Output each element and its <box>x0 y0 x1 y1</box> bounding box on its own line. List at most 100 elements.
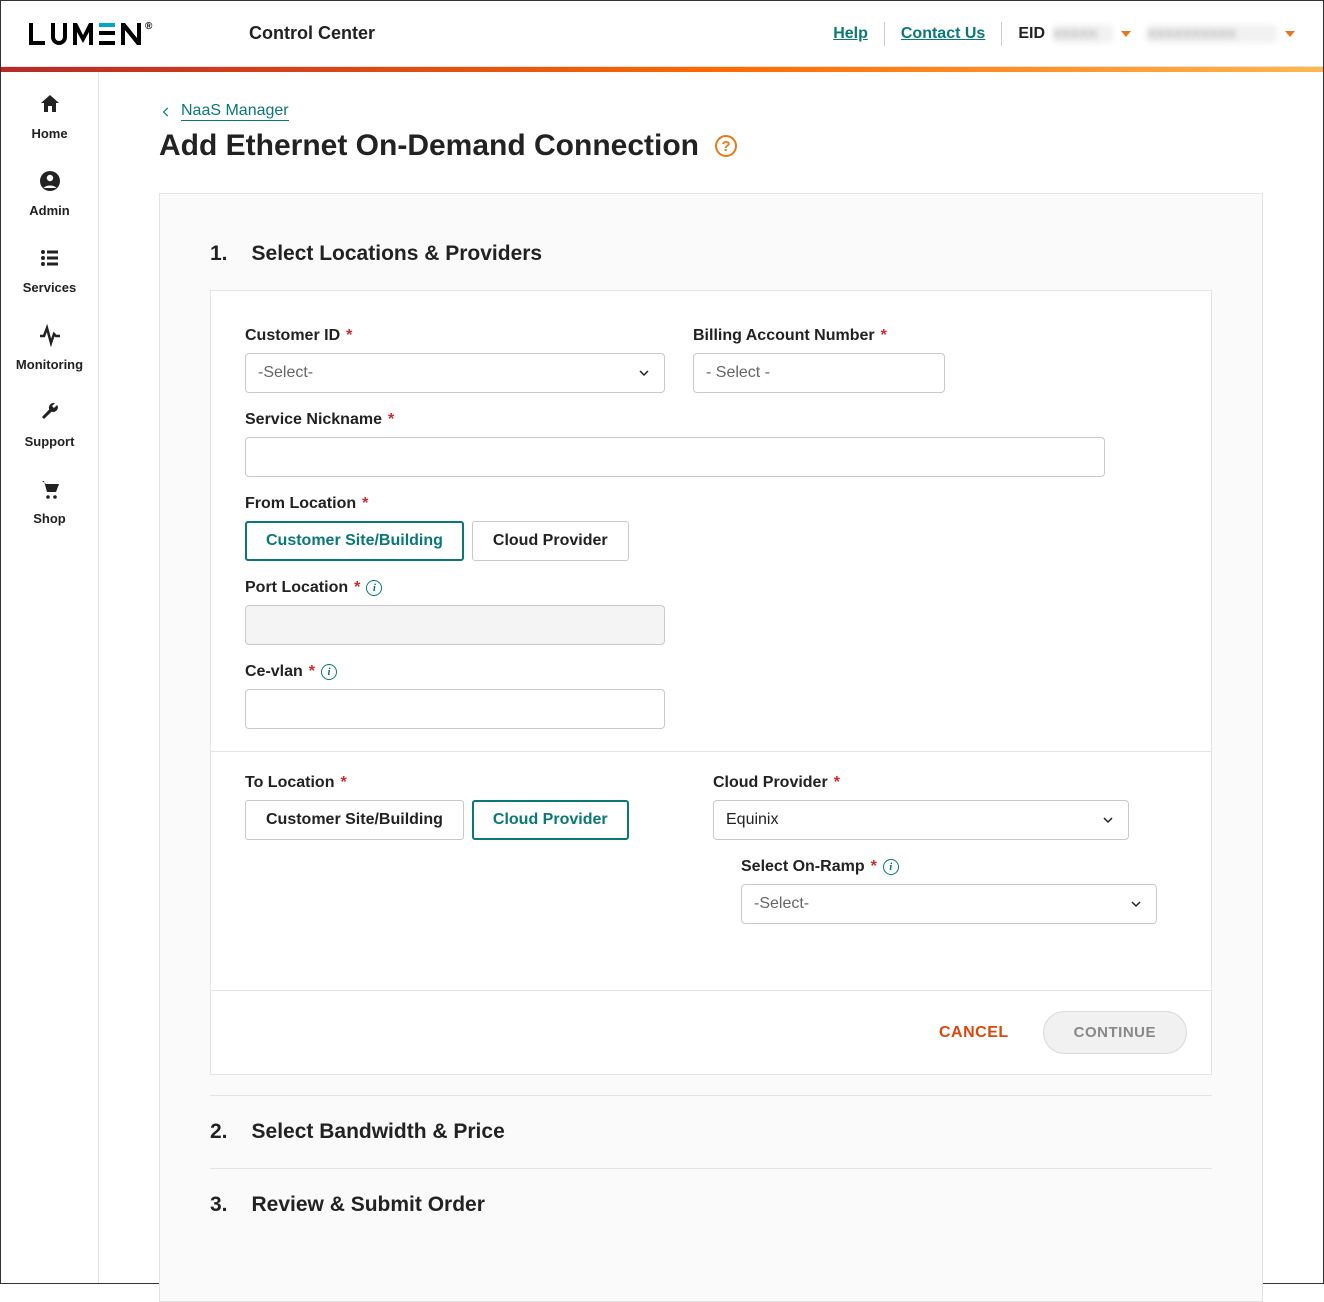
billing-account-field: Billing Account Number * - Select - <box>693 327 945 393</box>
step-3-header: 3. Review & Submit Order <box>210 1168 1212 1241</box>
wrench-icon <box>38 400 62 428</box>
eid-value-redacted: xxxxx <box>1053 25 1113 43</box>
from-location-customer-site-button[interactable]: Customer Site/Building <box>245 521 464 561</box>
sidebar-item-home[interactable]: Home <box>1 92 98 141</box>
sidebar-item-admin[interactable]: Admin <box>1 169 98 218</box>
list-icon <box>38 246 62 274</box>
service-nickname-field: Service Nickname * <box>245 411 1105 477</box>
sidebar-item-label: Services <box>23 280 77 295</box>
chevron-left-icon <box>159 105 173 119</box>
billing-account-select[interactable]: - Select - <box>693 353 945 393</box>
brand-logo: ® <box>29 21 179 47</box>
sidebar-item-support[interactable]: Support <box>1 400 98 449</box>
step-number: 1. <box>210 242 228 266</box>
step-2-header: 2. Select Bandwidth & Price <box>210 1095 1212 1168</box>
cloud-provider-select[interactable]: Equinix <box>713 800 1129 840</box>
topbar-right: Help Contact Us EID xxxxx xxxxxxxxxx <box>833 22 1295 46</box>
main-content: NaaS Manager Add Ethernet On-Demand Conn… <box>99 72 1323 1283</box>
breadcrumb-back[interactable]: NaaS Manager <box>159 102 1263 121</box>
on-ramp-select[interactable]: -Select- <box>741 884 1157 924</box>
cloud-provider-field: Cloud Provider * Equinix <box>713 774 1129 840</box>
later-steps: 2. Select Bandwidth & Price 3. Review & … <box>210 1095 1212 1241</box>
info-icon[interactable]: i <box>366 580 382 596</box>
required-marker: * <box>362 495 368 513</box>
service-nickname-input[interactable] <box>245 437 1105 477</box>
from-location-toggle: Customer Site/Building Cloud Provider <box>245 521 629 561</box>
separator <box>884 22 885 46</box>
required-marker: * <box>340 774 346 792</box>
eid-label: EID <box>1018 25 1045 43</box>
continue-button[interactable]: CONTINUE <box>1043 1011 1187 1054</box>
port-location-input[interactable] <box>245 605 665 645</box>
help-link[interactable]: Help <box>833 25 868 43</box>
account-name-redacted: xxxxxxxxxx <box>1147 25 1277 43</box>
step-title: Select Bandwidth & Price <box>252 1120 505 1144</box>
port-location-field: Port Location * i <box>245 579 665 645</box>
wizard-panel: 1. Select Locations & Providers Customer… <box>159 193 1263 1302</box>
chevron-down-icon <box>1285 31 1295 37</box>
customer-id-select[interactable]: -Select- <box>245 353 665 393</box>
to-location-field: To Location * Customer Site/Building Clo… <box>245 774 685 840</box>
sidebar-item-monitoring[interactable]: Monitoring <box>1 323 98 372</box>
customer-id-field: Customer ID * -Select- <box>245 327 665 393</box>
step-number: 2. <box>210 1120 228 1144</box>
required-marker: * <box>309 663 315 681</box>
field-label: Select On-Ramp * i <box>741 858 1157 876</box>
svg-text:®: ® <box>145 21 155 32</box>
chevron-down-icon <box>636 365 652 381</box>
on-ramp-field: Select On-Ramp * i -Select- <box>741 858 1157 924</box>
page-title-row: Add Ethernet On-Demand Connection ? <box>159 129 1263 163</box>
home-icon <box>38 92 62 120</box>
to-location-toggle: Customer Site/Building Cloud Provider <box>245 800 685 840</box>
required-marker: * <box>346 327 352 345</box>
to-location-customer-site-button[interactable]: Customer Site/Building <box>245 800 464 840</box>
sidebar-item-label: Home <box>31 126 67 141</box>
sidebar-item-label: Admin <box>29 203 69 218</box>
ce-vlan-field: Ce-vlan * i <box>245 663 665 729</box>
from-location-field: From Location * Customer Site/Building C… <box>245 495 629 561</box>
chevron-down-icon <box>1128 896 1144 912</box>
step-title: Review & Submit Order <box>252 1193 485 1217</box>
required-marker: * <box>834 774 840 792</box>
step-number: 3. <box>210 1193 228 1217</box>
field-label: Service Nickname * <box>245 411 1105 429</box>
contact-us-link[interactable]: Contact Us <box>901 25 985 43</box>
field-label: Ce-vlan * i <box>245 663 665 681</box>
page-title: Add Ethernet On-Demand Connection <box>159 129 699 163</box>
field-label: To Location * <box>245 774 685 792</box>
step-title: Select Locations & Providers <box>252 242 543 266</box>
field-label: Port Location * i <box>245 579 665 597</box>
account-menu[interactable]: xxxxxxxxxx <box>1147 25 1295 43</box>
step-1-form-card: Customer ID * -Select- Billing Account N… <box>210 290 1212 1075</box>
info-icon[interactable]: i <box>883 859 899 875</box>
field-label: Cloud Provider * <box>713 774 1129 792</box>
to-location-cloud-provider-button[interactable]: Cloud Provider <box>472 800 629 840</box>
cart-icon <box>38 477 62 505</box>
lumen-logo: ® <box>29 21 179 47</box>
section-divider <box>211 751 1211 752</box>
user-icon <box>38 169 62 197</box>
step-1-header: 1. Select Locations & Providers <box>210 242 1212 266</box>
help-icon[interactable]: ? <box>715 135 737 157</box>
field-label: Customer ID * <box>245 327 665 345</box>
info-icon[interactable]: i <box>321 664 337 680</box>
required-marker: * <box>354 579 360 597</box>
required-marker: * <box>881 327 887 345</box>
required-marker: * <box>871 858 877 876</box>
activity-icon <box>38 323 62 351</box>
field-label: Billing Account Number * <box>693 327 945 345</box>
eid-menu[interactable]: EID xxxxx <box>1018 25 1131 43</box>
breadcrumb-label: NaaS Manager <box>181 102 289 121</box>
sidebar-item-label: Shop <box>33 511 66 526</box>
from-location-cloud-provider-button[interactable]: Cloud Provider <box>472 521 629 561</box>
ce-vlan-input[interactable] <box>245 689 665 729</box>
sidebar-item-shop[interactable]: Shop <box>1 477 98 526</box>
chevron-down-icon <box>1100 812 1116 828</box>
required-marker: * <box>388 411 394 429</box>
form-footer: CANCEL CONTINUE <box>211 990 1211 1074</box>
spacer <box>245 858 713 924</box>
sidebar-item-label: Monitoring <box>16 357 83 372</box>
cancel-button[interactable]: CANCEL <box>939 1024 1009 1042</box>
sidebar-item-label: Support <box>25 434 75 449</box>
sidebar-item-services[interactable]: Services <box>1 246 98 295</box>
